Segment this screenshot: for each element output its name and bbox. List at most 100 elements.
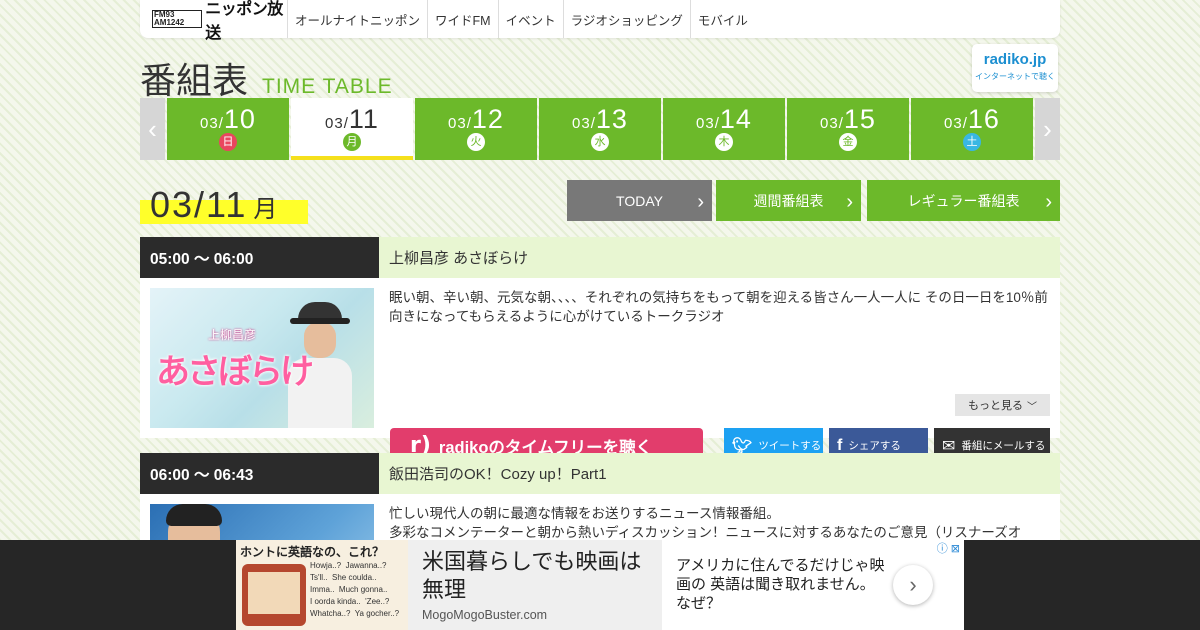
date-day: 15: [843, 104, 876, 134]
weekday-badge: 月: [343, 133, 361, 151]
nav-item-mobile[interactable]: モバイル: [691, 0, 755, 38]
ad-image-words: Howja..? Jawanna..? Ts'll.. She coulda..…: [310, 560, 406, 620]
logo-mark: FM93 AM1242: [152, 10, 203, 28]
radiko-link[interactable]: radiko.jp インターネットで聴く: [972, 44, 1058, 92]
date-month: 03/: [325, 115, 349, 132]
program-thumbnail[interactable]: 上柳昌彦 あさぼらけ: [150, 288, 374, 428]
date-month: 03/: [200, 115, 224, 132]
ad-word: Whatcha..?: [310, 609, 351, 618]
program-description: 眠い朝、辛い朝、元気な朝、、、、それぞれの気持ちをもって朝を迎える皆さん一人一人…: [389, 290, 1048, 324]
nav-item-widefm[interactable]: ワイドFM: [428, 0, 499, 38]
date-month: 03/: [448, 115, 472, 132]
date-day: 10: [223, 104, 256, 134]
date-month: 03/: [572, 115, 596, 132]
facebook-icon: f: [837, 436, 843, 454]
more-button-label: もっと見る: [968, 400, 1023, 412]
weekday-badge: 日: [219, 133, 237, 151]
program-title[interactable]: 飯田浩司のOK！Cozy up！Part1: [379, 453, 1060, 494]
date-tab-0313[interactable]: 03/13 水: [539, 98, 661, 160]
ad-word: Ya gocher..?: [354, 609, 400, 618]
chevron-right-icon: ›: [697, 191, 704, 213]
station-logo[interactable]: FM93 AM1242 ニッポン放送: [140, 0, 288, 42]
weekday-badge: 土: [963, 133, 981, 151]
ad-body: アメリカに住んでるだけじゃ映画の 英語は聞き取れません。なぜ？: [676, 557, 885, 612]
page-title-en: TIME TABLE: [262, 75, 393, 98]
share-label: シェアする: [848, 440, 901, 452]
program-item: 05:00 ～ 06:00 上柳昌彦 あさぼらけ 上柳昌彦 あさぼらけ 眠い朝、…: [140, 237, 1060, 463]
program-body: 上柳昌彦 あさぼらけ 眠い朝、辛い朝、元気な朝、、、、それぞれの気持ちをもって朝…: [140, 278, 1060, 463]
program-header: 06:00 ～ 06:43 飯田浩司のOK！Cozy up！Part1: [140, 453, 1060, 494]
weekday-badge: 火: [467, 133, 485, 151]
weekly-schedule-label: 週間番組表: [753, 192, 824, 209]
today-button-label: TODAY: [616, 192, 663, 209]
top-nav: FM93 AM1242 ニッポン放送 オールナイトニッポン ワイドFM イベント…: [140, 0, 1060, 42]
today-button[interactable]: TODAY ›: [567, 180, 712, 221]
program-time: 05:00 ～ 06:00: [140, 237, 379, 278]
thumbnail-logo-text: あさぼらけ: [156, 352, 314, 392]
ad-word: Howja..?: [310, 561, 342, 570]
date-month: 03/: [696, 115, 720, 132]
current-weekday: 月: [253, 196, 280, 223]
ad-word: Much gonna..: [338, 585, 388, 594]
regular-schedule-label: レギュラー番組表: [907, 192, 1020, 209]
page-title-ja: 番組表: [140, 61, 249, 102]
ad-word: She coulda..: [331, 573, 377, 582]
ad-banner[interactable]: ホントに英語なの、これ？ Howja..? Jawanna..? Ts'll..…: [236, 540, 964, 630]
more-button[interactable]: もっと見る ﹀: [955, 394, 1050, 416]
ad-bar: ホントに英語なの、これ？ Howja..? Jawanna..? Ts'll..…: [0, 540, 1200, 630]
program-header: 05:00 ～ 06:00 上柳昌彦 あさぼらけ: [140, 237, 1060, 278]
date-tab-0312[interactable]: 03/12 火: [415, 98, 537, 160]
weekday-badge: 金: [839, 133, 857, 151]
date-day: 12: [471, 104, 504, 134]
logo-text: ニッポン放送: [205, 1, 283, 42]
ad-word: I oorda kinda..: [310, 597, 361, 606]
date-month: 03/: [820, 115, 844, 132]
radiko-caption: インターネットで聴く: [975, 72, 1055, 81]
date-day: 13: [595, 104, 628, 134]
program-title[interactable]: 上柳昌彦 あさぼらけ: [379, 237, 1060, 278]
radiko-logo: radiko.jp: [983, 51, 1047, 68]
ad-headline: 米国暮らしでも映画は無理: [422, 549, 642, 602]
weekly-schedule-button[interactable]: 週間番組表 ›: [716, 180, 861, 221]
page-title: 番組表 TIME TABLE: [140, 52, 393, 104]
regular-schedule-button[interactable]: レギュラー番組表 ›: [867, 180, 1060, 221]
nav-item-radio-shopping[interactable]: ラジオショッピング: [564, 0, 691, 38]
current-date: 03/11: [150, 184, 248, 225]
nav-item-allnightnippon[interactable]: オールナイトニッポン: [288, 0, 429, 38]
ad-headline-block[interactable]: 米国暮らしでも映画は無理 MogoMogoBuster.com: [408, 540, 662, 630]
date-tab-0311[interactable]: 03/11 月: [291, 98, 413, 160]
ad-word: 'Zee..?: [365, 597, 390, 606]
date-day: 14: [719, 104, 752, 134]
program-time: 06:00 ～ 06:43: [140, 453, 379, 494]
ad-image-caption: ホントに英語なの、これ？: [240, 545, 385, 559]
date-day: 16: [967, 104, 1000, 134]
nav-item-event[interactable]: イベント: [499, 0, 564, 38]
weekday-badge: 水: [591, 133, 609, 151]
prev-week-arrow-icon[interactable]: ‹: [140, 98, 165, 160]
program-description: 忙しい現代人の朝に最適な情報をお送りするニュース情報番組。 多彩なコメンテーター…: [389, 504, 1051, 542]
date-tab-0316[interactable]: 03/16 土: [911, 98, 1033, 160]
date-tab-0314[interactable]: 03/14 木: [663, 98, 785, 160]
date-month: 03/: [944, 115, 968, 132]
tweet-label: ツイートする: [758, 440, 822, 452]
ad-image[interactable]: ホントに英語なの、これ？ Howja..? Jawanna..? Ts'll..…: [236, 540, 408, 630]
ad-source: MogoMogoBuster.com: [422, 608, 548, 622]
ad-word: Ts'll..: [310, 573, 328, 582]
date-day: 11: [348, 104, 379, 134]
next-week-arrow-icon[interactable]: ›: [1035, 98, 1060, 160]
chevron-right-icon: ›: [1045, 191, 1052, 213]
date-tabs: ‹ 03/10 日 03/11 月 03/12 火 03/13 水 03/14 …: [140, 98, 1060, 160]
ad-next-arrow-icon[interactable]: ›: [893, 565, 933, 605]
chevron-right-icon: ›: [846, 191, 853, 213]
current-date-heading: 03/11 月: [140, 184, 308, 225]
weekday-badge: 木: [715, 133, 733, 151]
ad-word: Imma..: [310, 585, 335, 594]
chevron-down-icon: ﹀: [1027, 401, 1037, 413]
ad-close-icon[interactable]: ⓘ ⊠: [932, 540, 964, 555]
thumbnail-host-name: 上柳昌彦: [208, 328, 257, 342]
date-tab-0310[interactable]: 03/10 日: [167, 98, 289, 160]
description-line: 忙しい現代人の朝に最適な情報をお送りするニュース情報番組。: [389, 506, 780, 521]
tv-screen: [248, 572, 300, 614]
date-tab-0315[interactable]: 03/15 金: [787, 98, 909, 160]
mail-label: 番組にメールする: [961, 440, 1046, 452]
